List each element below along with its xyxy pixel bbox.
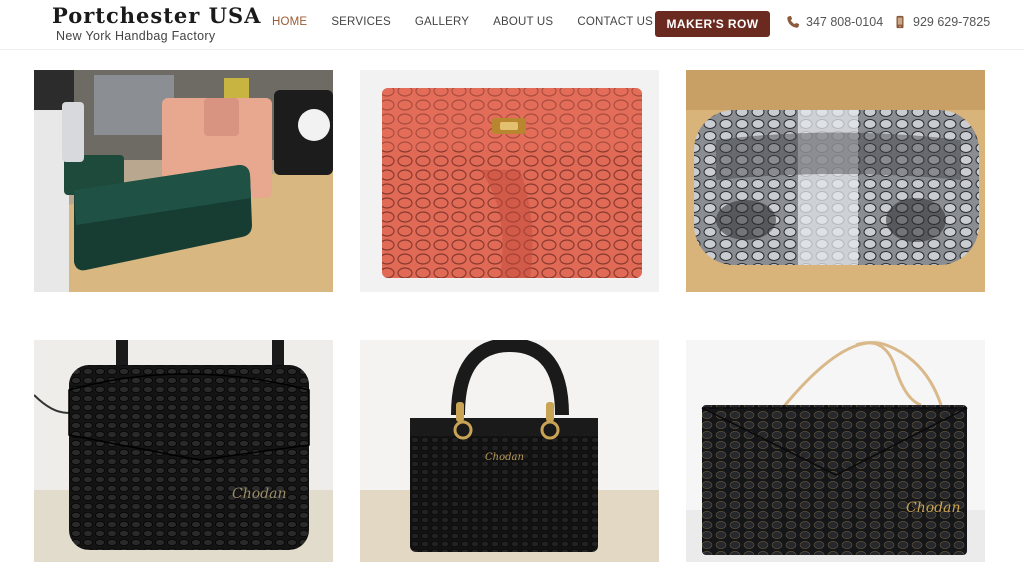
site-logo[interactable]: Portchester USA New York Handbag Factory	[52, 3, 262, 48]
signature-text-2: Chodan	[485, 452, 524, 463]
phone-landline[interactable]: 347 808-0104	[786, 15, 883, 29]
logo-subtitle: New York Handbag Factory	[56, 29, 216, 43]
phone-number-1: 347 808-0104	[806, 15, 884, 29]
signature-text-3: Chodan	[906, 500, 960, 516]
phone-icon	[786, 15, 800, 29]
nav-about[interactable]: ABOUT US	[493, 16, 553, 28]
mobile-phone-icon	[893, 15, 907, 29]
phone-mobile[interactable]: 929 629-7825	[893, 15, 990, 29]
signature-text-1: Chodan	[232, 486, 286, 502]
gallery-photo-green-clutch[interactable]	[34, 70, 333, 292]
main-nav: HOME SERVICES GALLERY ABOUT US CONTACT U…	[272, 16, 677, 28]
site-header: Portchester USA New York Handbag Factory…	[0, 0, 1024, 50]
gallery-photo-black-tote[interactable]: Chodan	[360, 340, 659, 562]
makers-row-button[interactable]: MAKER'S ROW	[655, 11, 770, 37]
nav-gallery[interactable]: GALLERY	[415, 16, 469, 28]
gallery-photo-grey-python[interactable]	[686, 70, 985, 292]
phone-number-2: 929 629-7825	[913, 15, 991, 29]
nav-contact[interactable]: CONTACT US	[577, 16, 653, 28]
nav-services[interactable]: SERVICES	[331, 16, 391, 28]
gallery-photo-black-crossbody[interactable]: Chodan	[34, 340, 333, 562]
nav-home[interactable]: HOME	[272, 16, 307, 28]
logo-title: Portchester USA	[52, 3, 262, 28]
gallery-photo-coral-python[interactable]	[360, 70, 659, 292]
gallery-photo-black-envelope[interactable]: Chodan	[686, 340, 985, 562]
